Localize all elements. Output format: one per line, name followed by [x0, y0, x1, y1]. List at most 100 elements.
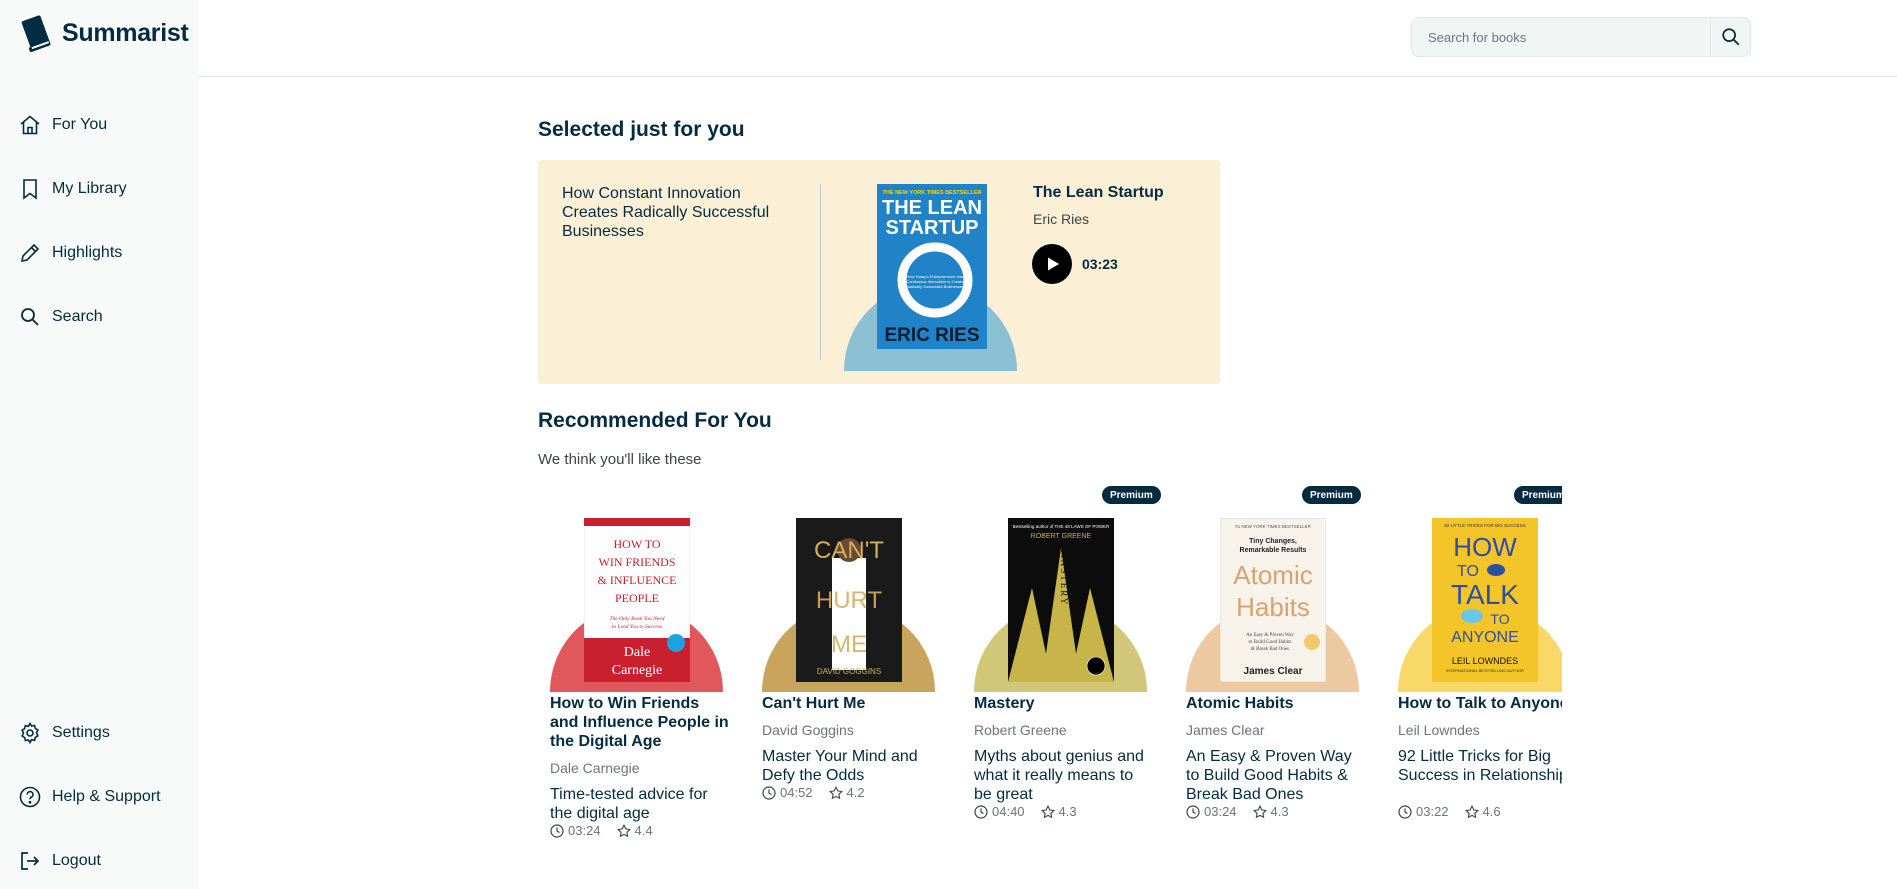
svg-text:TO: TO — [1490, 611, 1509, 627]
svg-text:DAVID GOGGINS: DAVID GOGGINS — [817, 667, 881, 676]
star-icon — [1252, 804, 1267, 818]
gear-icon — [21, 721, 39, 745]
book-subtitle: 92 Little Tricks for Big Success in Rela… — [1398, 748, 1562, 784]
svg-text:Dale: Dale — [624, 645, 650, 660]
svg-text:ME: ME — [831, 631, 867, 658]
svg-text:The Only Book You Need: The Only Book You Need — [609, 616, 664, 622]
sidebar-item-for-you[interactable]: For You — [18, 110, 107, 140]
book-title: How to Win Friends and Influence People … — [550, 695, 729, 750]
book-card[interactable]: CAN'T HURT ME DAVID GOGGINS Can't Hurt M… — [750, 484, 946, 854]
sidebar-item-label: Highlights — [52, 244, 123, 261]
search-icon — [21, 308, 39, 326]
book-card[interactable]: Premium #1 NEW YORK TIMES BESTSELLER Tin… — [1174, 484, 1370, 854]
app-logo[interactable]: Summarist — [18, 12, 189, 54]
book-rating: 4.6 — [1482, 804, 1501, 819]
svg-text:WIN FRIENDS: WIN FRIENDS — [599, 555, 676, 569]
svg-text:92 LITTLE TRICKS FOR BIG SUCCE: 92 LITTLE TRICKS FOR BIG SUCCESS — [1444, 523, 1525, 528]
premium-badge: Premium — [1514, 486, 1562, 504]
sidebar-item-help-support[interactable]: Help & Support — [18, 782, 161, 812]
clock-icon — [1186, 804, 1200, 819]
book-meta: 04:52 4.2 — [762, 785, 865, 800]
svg-text:STARTUP: STARTUP — [886, 217, 979, 239]
star-icon — [1464, 804, 1479, 818]
svg-text:THE LEAN: THE LEAN — [882, 197, 982, 219]
book-cover-how-to-win-friends: HOW TO WIN FRIENDS & INFLUENCE PEOPLE Th… — [584, 518, 690, 682]
sidebar-item-my-library[interactable]: My Library — [18, 174, 127, 204]
svg-text:ANYONE: ANYONE — [1451, 629, 1519, 646]
book-duration: 04:52 — [780, 785, 813, 800]
play-button[interactable] — [1032, 244, 1072, 284]
sidebar-item-logout[interactable]: Logout — [18, 846, 101, 876]
search-input[interactable] — [1412, 18, 1710, 56]
svg-text:& Break Bad Ones: & Break Bad Ones — [1251, 647, 1289, 652]
selected-book-subtitle: How Constant Innovation Creates Radicall… — [562, 185, 770, 240]
svg-text:Atomic: Atomic — [1233, 560, 1312, 590]
selected-book-author: Eric Ries — [1033, 211, 1090, 227]
svg-text:& INFLUENCE: & INFLUENCE — [598, 573, 677, 587]
svg-text:HOW: HOW — [1453, 532, 1517, 562]
book-meta: 03:24 4.3 — [1186, 804, 1289, 819]
svg-text:to Lead You to Success: to Lead You to Success — [612, 624, 662, 630]
book-card[interactable]: HOW TO WIN FRIENDS & INFLUENCE PEOPLE Th… — [538, 484, 734, 854]
selected-book-card[interactable]: How Constant Innovation Creates Radicall… — [538, 160, 1220, 384]
svg-text:ERIC RIES: ERIC RIES — [884, 325, 979, 346]
svg-text:PEOPLE: PEOPLE — [615, 591, 659, 605]
sidebar-item-label: Help & Support — [52, 788, 161, 805]
book-cover-lean-startup: THE NEW YORK TIMES BESTSELLER THE LEAN S… — [877, 184, 987, 349]
star-icon — [828, 785, 843, 799]
book-author: David Goggins — [762, 722, 854, 738]
svg-text:ROBERT GREENE: ROBERT GREENE — [1031, 533, 1092, 540]
book-author: James Clear — [1186, 722, 1265, 738]
book-title: How to Talk to Anyone — [1398, 695, 1562, 712]
book-duration: 04:40 — [992, 804, 1025, 819]
clock-icon — [1398, 804, 1412, 819]
book-meta: 03:24 4.4 — [550, 823, 653, 838]
book-title: Atomic Habits — [1186, 695, 1294, 712]
svg-text:to Build Good Habits: to Build Good Habits — [1249, 640, 1292, 645]
sidebar-item-search[interactable]: Search — [18, 302, 103, 332]
svg-text:#1 NEW YORK TIMES BESTSELLER: #1 NEW YORK TIMES BESTSELLER — [1235, 524, 1312, 529]
premium-badge: Premium — [1102, 486, 1161, 504]
pen-icon — [20, 243, 40, 263]
svg-text:Radically Successful Businesse: Radically Successful Businesses — [906, 284, 964, 289]
selected-book-duration: 03:23 — [1082, 256, 1118, 272]
search-button[interactable] — [1710, 18, 1750, 56]
bookmark-icon — [23, 179, 37, 200]
book-duration: 03:22 — [1416, 804, 1449, 819]
svg-text:Tiny Changes,: Tiny Changes, — [1249, 538, 1297, 545]
selected-book-title: The Lean Startup — [1033, 184, 1164, 201]
book-author: Robert Greene — [974, 722, 1067, 738]
sidebar-item-highlights[interactable]: Highlights — [18, 238, 122, 268]
book-title: Can't Hurt Me — [762, 695, 866, 712]
sidebar: Summarist For You My Library Highlights … — [0, 0, 198, 889]
book-subtitle: An Easy & Proven Way to Build Good Habit… — [1186, 748, 1352, 803]
book-rating: 4.3 — [1270, 804, 1289, 819]
svg-text:Bestselling author of THE 48 L: Bestselling author of THE 48 LAWS OF POW… — [1013, 524, 1111, 529]
book-rating: 4.4 — [634, 823, 653, 838]
book-subtitle: Myths about genius and what it really me… — [974, 748, 1144, 803]
sidebar-item-settings[interactable]: Settings — [18, 718, 110, 748]
search-bar — [1411, 17, 1751, 57]
book-duration: 03:24 — [1204, 804, 1237, 819]
clock-icon — [762, 785, 776, 800]
book-subtitle: Time-tested advice for the digital age — [550, 786, 708, 822]
home-icon — [20, 115, 40, 135]
svg-text:HOW TO: HOW TO — [613, 537, 660, 551]
book-cover-mastery: Bestselling author of THE 48 LAWS OF POW… — [1008, 518, 1114, 682]
book-rating: 4.2 — [846, 785, 865, 800]
book-title: Mastery — [974, 695, 1035, 712]
recommended-books-row: HOW TO WIN FRIENDS & INFLUENCE PEOPLE Th… — [538, 484, 1562, 854]
clock-icon — [974, 804, 988, 819]
recommended-subheading: We think you'll like these — [538, 451, 702, 468]
book-cover-atomic-habits: #1 NEW YORK TIMES BESTSELLER Tiny Change… — [1220, 518, 1326, 682]
sidebar-item-label: Settings — [52, 724, 110, 741]
sidebar-item-label: Logout — [52, 852, 101, 869]
book-card[interactable]: Premium Bestselling author of THE 48 LAW… — [962, 484, 1161, 854]
search-icon — [1721, 28, 1739, 46]
svg-text:MASTERY: MASTERY — [1059, 550, 1069, 607]
book-card[interactable]: Premium 92 LITTLE TRICKS FOR BIG SUCCESS… — [1386, 484, 1562, 854]
book-author: Leil Lowndes — [1398, 722, 1480, 738]
book-cover-cant-hurt-me: CAN'T HURT ME DAVID GOGGINS — [796, 518, 902, 682]
svg-text:Carnegie: Carnegie — [612, 663, 663, 678]
book-rating: 4.3 — [1058, 804, 1077, 819]
